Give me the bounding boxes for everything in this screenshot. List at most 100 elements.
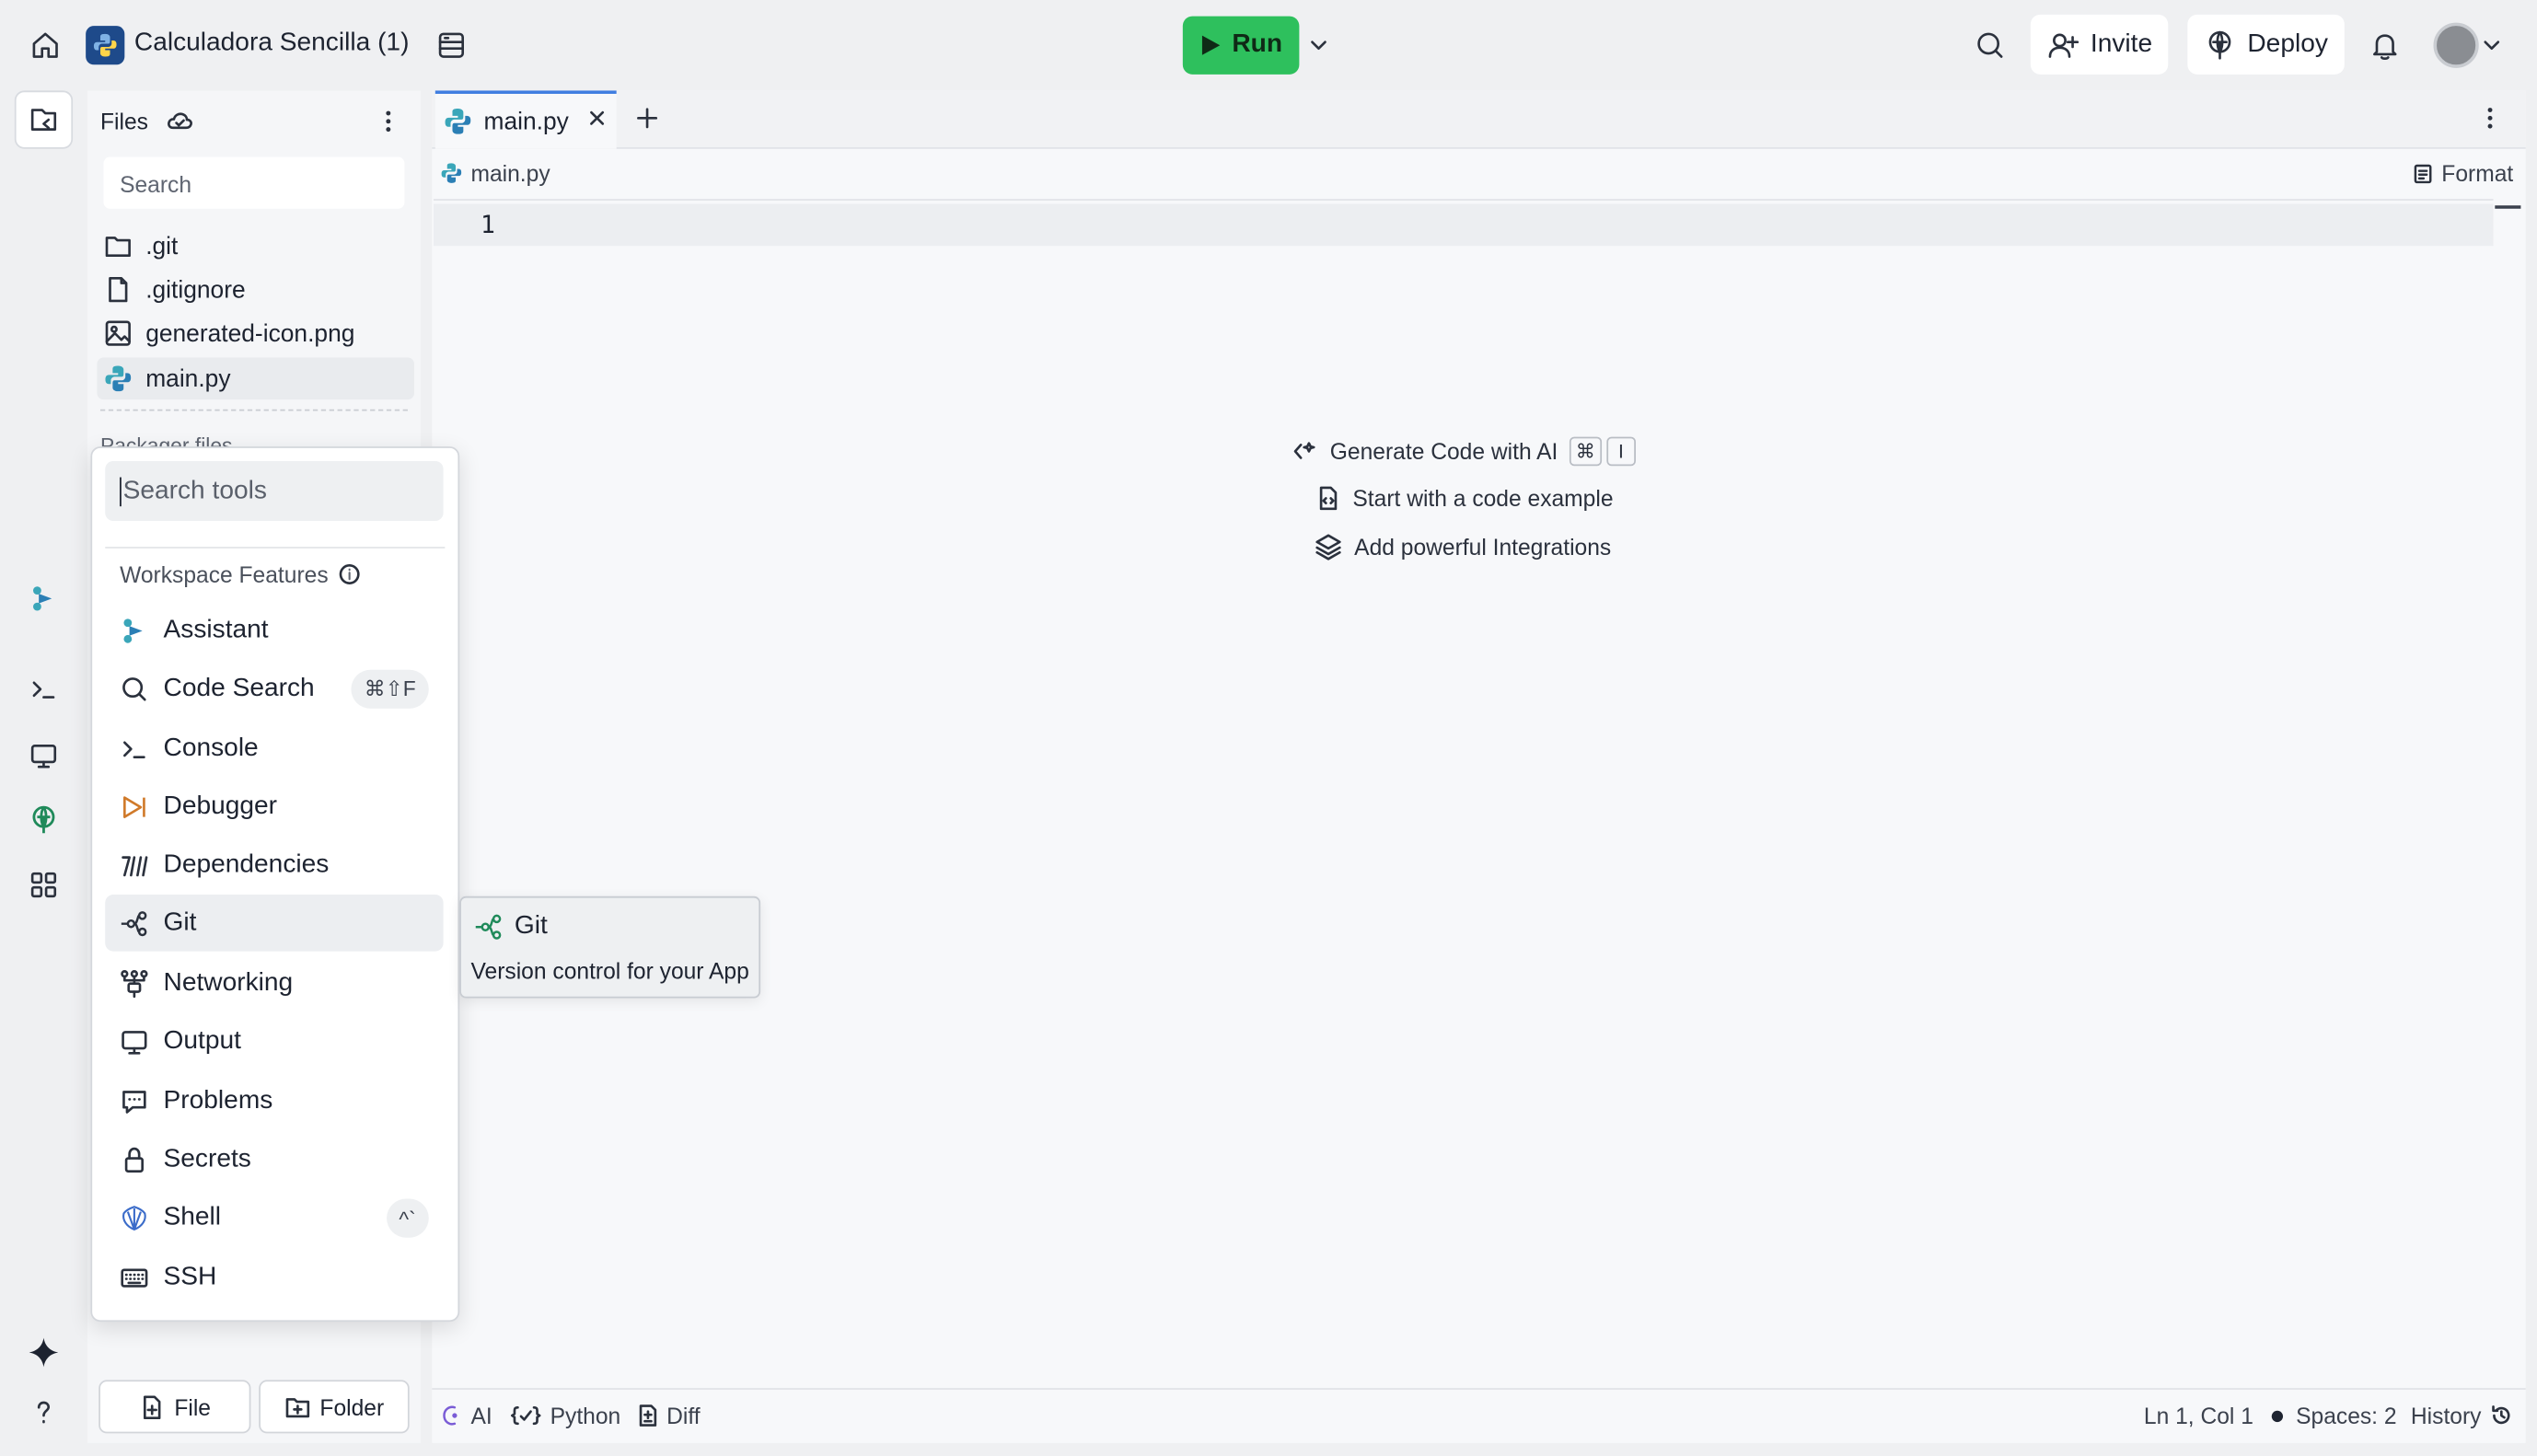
invite-label: Invite (2090, 29, 2153, 58)
indentation-setting[interactable]: Spaces: 2 (2271, 1402, 2397, 1429)
section-title: Workspace Features (120, 560, 329, 588)
cursor-position[interactable]: Ln 1, Col 1 (2144, 1403, 2253, 1428)
ai-icon (443, 1405, 458, 1426)
tool-assistant[interactable]: Assistant (105, 602, 443, 659)
notifications-button[interactable] (2362, 23, 2407, 68)
file-item-git[interactable]: .git (97, 225, 413, 267)
tool-output[interactable]: Output (105, 1012, 443, 1069)
new-file-button[interactable]: File (98, 1380, 251, 1434)
python-icon (105, 365, 132, 392)
new-file-label: File (174, 1393, 211, 1420)
tool-git[interactable]: Git (105, 895, 444, 952)
account-menu-button[interactable] (2480, 32, 2503, 58)
text-cursor (120, 476, 122, 506)
tool-label: Assistant (163, 615, 269, 643)
tool-code-search[interactable]: Code Search ⌘⇧F (105, 660, 443, 717)
tool-debugger[interactable]: Debugger (105, 778, 443, 835)
format-button[interactable]: Format (2413, 160, 2513, 186)
tool-label: Secrets (163, 1144, 251, 1173)
file-item-gitignore[interactable]: .gitignore (97, 269, 413, 311)
code-example-label: Start with a code example (1352, 485, 1614, 512)
file-explorer-icon (30, 109, 57, 131)
tool-label: Problems (163, 1086, 273, 1115)
rail-console-button[interactable] (15, 660, 73, 718)
file-icon (109, 277, 128, 303)
keyboard-icon (121, 1267, 148, 1287)
rail-ai-button[interactable] (15, 1323, 73, 1381)
tool-label: Code Search (163, 674, 315, 701)
files-title: Files (99, 108, 148, 134)
avatar[interactable] (2433, 22, 2479, 68)
history-label: History (2410, 1402, 2482, 1429)
status-diff-button[interactable]: Diff (638, 1403, 701, 1428)
history-icon (2491, 1405, 2509, 1425)
lock-icon (124, 1146, 144, 1173)
monitor-icon (30, 745, 57, 768)
rail-all-tools-button[interactable] (15, 856, 73, 914)
tool-label: Console (163, 734, 259, 762)
tool-secrets[interactable]: Secrets (105, 1131, 443, 1188)
integrations-hint[interactable]: Add powerful Integrations (1314, 532, 1611, 561)
tools-search-input[interactable]: Search tools (105, 460, 444, 522)
git-icon (121, 910, 147, 936)
add-user-icon (2048, 32, 2079, 57)
assistant-icon (33, 586, 52, 611)
diff-icon (639, 1404, 657, 1427)
image-icon (105, 320, 131, 346)
tool-networking[interactable]: Networking (105, 954, 443, 1011)
search-button[interactable] (1967, 23, 2012, 68)
new-folder-button[interactable]: Folder (259, 1380, 410, 1434)
language-icon (510, 1405, 541, 1426)
tool-label: SSH (163, 1262, 217, 1290)
rail-help-button[interactable] (15, 1383, 73, 1441)
file-search-input[interactable]: Search (103, 156, 405, 209)
new-tab-button[interactable] (631, 102, 663, 134)
status-diff-label: Diff (666, 1402, 701, 1429)
tool-dependencies[interactable]: Dependencies (105, 837, 443, 894)
info-icon[interactable] (338, 563, 361, 586)
app-title[interactable]: Calculadora Sencilla (1) (134, 29, 410, 59)
sync-status-icon (165, 107, 194, 136)
rail-assistant-button[interactable] (15, 570, 73, 628)
assistant-icon (123, 618, 143, 642)
close-tab-button[interactable] (585, 105, 610, 131)
code-example-hint[interactable]: Start with a code example (1315, 485, 1614, 511)
run-button[interactable]: Run (1182, 16, 1300, 75)
file-item-main-py[interactable]: main.py (97, 357, 414, 400)
editor-pane (432, 90, 2526, 1443)
rail-files-button[interactable] (14, 90, 74, 149)
git-icon (475, 914, 502, 940)
scrollbar-marker[interactable] (2495, 205, 2521, 209)
problems-icon (122, 1090, 146, 1113)
editor-menu-button[interactable] (2475, 102, 2505, 134)
current-line-highlight[interactable] (434, 203, 2494, 247)
shell-icon (122, 1205, 146, 1231)
status-language[interactable]: Python (510, 1402, 621, 1429)
rail-deploy-button[interactable] (15, 792, 73, 849)
close-icon (590, 110, 605, 125)
spaces-label: Spaces: 2 (2296, 1402, 2397, 1429)
details-icon (438, 32, 465, 58)
invite-button[interactable]: Invite (2030, 14, 2169, 75)
tool-console[interactable]: Console (105, 720, 443, 777)
divider (99, 409, 408, 411)
rail-output-button[interactable] (15, 726, 73, 784)
run-options-button[interactable] (1301, 17, 1337, 75)
status-language-label: Python (550, 1402, 621, 1429)
files-menu-button[interactable] (372, 103, 404, 139)
cmd-key: ⌘ (1569, 436, 1602, 467)
deploy-button[interactable]: Deploy (2187, 14, 2345, 75)
folder-icon (105, 237, 131, 258)
app-details-button[interactable] (431, 24, 473, 66)
divider (105, 547, 446, 549)
file-item-generated-icon[interactable]: generated-icon.png (97, 312, 413, 354)
generate-code-hint[interactable]: Generate Code with AI ⌘ I (1292, 436, 1636, 467)
tool-problems[interactable]: Problems (105, 1072, 443, 1129)
history-button[interactable]: History (2411, 1403, 2512, 1428)
breadcrumb[interactable]: main.py (440, 160, 550, 186)
tool-ssh[interactable]: SSH (105, 1249, 443, 1306)
tool-label: Output (163, 1026, 241, 1055)
home-button[interactable] (19, 19, 71, 71)
status-ai-button[interactable]: AI (440, 1403, 492, 1428)
tool-shell[interactable]: Shell ^` (105, 1189, 443, 1246)
